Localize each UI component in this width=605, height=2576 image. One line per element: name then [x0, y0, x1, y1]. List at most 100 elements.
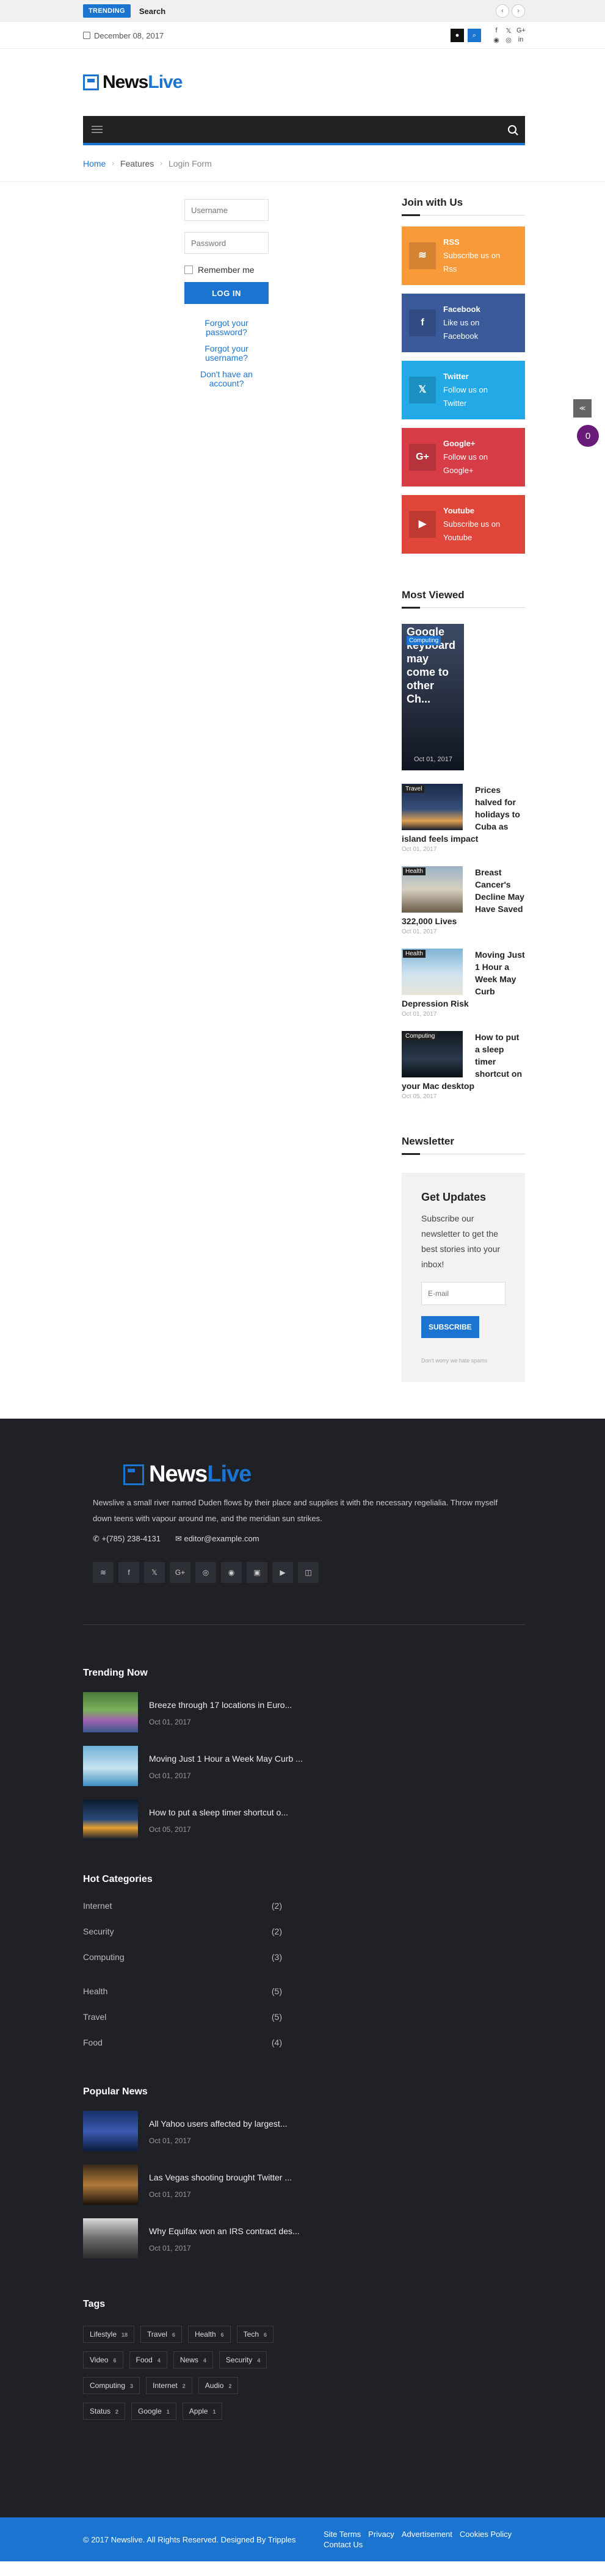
tag-name[interactable]: Health	[195, 2330, 216, 2339]
register-link[interactable]: Don't have an account?	[184, 370, 269, 388]
most-viewed-item[interactable]: Travel Prices halved for holidays to Cuba…	[402, 784, 525, 853]
dribbble-icon[interactable]: ◉	[221, 1562, 242, 1583]
breadcrumb-home[interactable]: Home	[83, 159, 106, 168]
tag-name[interactable]: Tech	[244, 2330, 259, 2339]
tag-item[interactable]: Health 6	[187, 2326, 231, 2343]
tag-name[interactable]: Security	[226, 2356, 252, 2364]
post-thumbnail[interactable]: Computing	[402, 1031, 463, 1077]
tag-item[interactable]: Video 6	[83, 2351, 123, 2368]
post-title[interactable]: How to put a sleep timer shortcut o...	[149, 1806, 288, 1819]
post-title[interactable]: Moving Just 1 Hour a Week May Curb ...	[149, 1752, 303, 1765]
category-row[interactable]: Travel (5)	[83, 2012, 282, 2022]
social-card-rss[interactable]: ≋ RSS Subscribe us on Rss	[402, 226, 525, 285]
tag-name[interactable]: News	[180, 2356, 198, 2364]
tag-item[interactable]: Status 2	[83, 2403, 126, 2420]
twitter-icon[interactable]: 𝕏	[504, 27, 513, 35]
tag-name[interactable]: Google	[138, 2407, 162, 2415]
forgot-username-link[interactable]: Forgot your username?	[184, 344, 269, 363]
post-thumbnail[interactable]: Health	[402, 866, 463, 913]
post-thumbnail[interactable]	[83, 2165, 138, 2205]
instagram-icon[interactable]: ▣	[247, 1562, 267, 1583]
trending-prev-button[interactable]: ‹	[496, 4, 509, 18]
most-viewed-item[interactable]: Health Breast Cancer's Decline May Have S…	[402, 866, 525, 935]
post-title[interactable]: Why Equifax won an IRS contract des...	[149, 2224, 300, 2238]
category-name[interactable]: Computing	[83, 1952, 125, 1962]
tag-name[interactable]: Travel	[147, 2330, 167, 2339]
post-thumbnail[interactable]	[83, 2218, 138, 2259]
dribbble-icon[interactable]: ◎	[504, 36, 513, 44]
pinterest-icon[interactable]: ◎	[195, 1562, 216, 1583]
post-title[interactable]: Las Vegas shooting brought Twitter ...	[149, 2171, 292, 2184]
footer-link[interactable]: Site Terms	[324, 2530, 361, 2539]
search-toggle-icon[interactable]: ⌕	[468, 29, 481, 42]
tag-name[interactable]: Status	[90, 2407, 110, 2415]
most-viewed-item[interactable]: Computing How to put a sleep timer shortc…	[402, 1031, 525, 1100]
tag-name[interactable]: Video	[90, 2356, 108, 2364]
tag-item[interactable]: Lifestyle 18	[83, 2326, 135, 2343]
subscribe-button[interactable]: SUBSCRIBE	[421, 1316, 479, 1338]
category-badge[interactable]: Health	[403, 867, 426, 875]
footer-link[interactable]: Advertisement	[402, 2530, 452, 2539]
linkedin-icon[interactable]: in	[516, 36, 525, 44]
footer-email[interactable]: ✉ editor@example.com	[175, 1534, 259, 1544]
popular-item[interactable]: Why Equifax won an IRS contract des... Oc…	[83, 2218, 525, 2259]
post-thumbnail[interactable]	[83, 1746, 138, 1786]
category-name[interactable]: Health	[83, 1986, 107, 1996]
post-thumbnail[interactable]	[83, 1800, 138, 1840]
password-input[interactable]	[184, 232, 269, 254]
search-icon[interactable]	[508, 125, 516, 134]
tag-item[interactable]: Food 4	[129, 2351, 167, 2368]
tag-item[interactable]: Computing 3	[83, 2377, 140, 2394]
category-row[interactable]: Internet (2)	[83, 1901, 282, 1911]
youtube-icon[interactable]: ▶	[272, 1562, 293, 1583]
tag-item[interactable]: Tech 6	[236, 2326, 274, 2343]
share-toggle-icon[interactable]: ≪	[573, 399, 592, 418]
category-name[interactable]: Security	[83, 1927, 114, 1936]
tag-item[interactable]: Google 1	[131, 2403, 176, 2420]
category-name[interactable]: Travel	[83, 2012, 106, 2022]
vimeo-icon[interactable]: ◫	[298, 1562, 319, 1583]
google-plus-icon[interactable]: G+	[170, 1562, 190, 1583]
tag-item[interactable]: Apple 1	[182, 2403, 223, 2420]
user-icon[interactable]: ●	[451, 29, 464, 42]
footer-link[interactable]: Contact Us	[324, 2540, 363, 2549]
social-card-google-plus[interactable]: G+ Google+ Follow us on Google+	[402, 428, 525, 487]
popular-item[interactable]: All Yahoo users affected by largest... Oc…	[83, 2111, 525, 2151]
tag-name[interactable]: Lifestyle	[90, 2330, 117, 2339]
tag-item[interactable]: Audio 2	[198, 2377, 239, 2394]
category-badge[interactable]: Computing	[407, 636, 441, 645]
post-thumbnail[interactable]	[83, 2111, 138, 2151]
category-row[interactable]: Health (5)	[83, 1986, 282, 1996]
tag-name[interactable]: Computing	[90, 2381, 125, 2390]
tag-name[interactable]: Apple	[189, 2407, 208, 2415]
post-title[interactable]: Breeze through 17 locations in Euro...	[149, 1698, 292, 1712]
social-card-facebook[interactable]: f Facebook Like us on Facebook	[402, 294, 525, 352]
newsletter-email-input[interactable]	[421, 1282, 505, 1305]
category-row[interactable]: Security (2)	[83, 1927, 282, 1936]
footer-link[interactable]: Cookies Policy	[460, 2530, 512, 2539]
trending-item[interactable]: Moving Just 1 Hour a Week May Curb ... Oc…	[83, 1746, 525, 1786]
menu-icon[interactable]	[92, 126, 103, 133]
trending-item[interactable]: How to put a sleep timer shortcut o... Oc…	[83, 1800, 525, 1840]
post-thumbnail[interactable]: Travel	[402, 784, 463, 830]
tag-item[interactable]: Security 4	[219, 2351, 267, 2368]
trending-headline[interactable]: Search	[139, 7, 165, 16]
tag-item[interactable]: Internet 2	[146, 2377, 192, 2394]
popular-item[interactable]: Las Vegas shooting brought Twitter ... Oc…	[83, 2165, 525, 2205]
google-plus-icon[interactable]: G+	[516, 27, 526, 35]
tag-name[interactable]: Food	[136, 2356, 153, 2364]
rss-icon[interactable]: ≋	[93, 1562, 114, 1583]
post-title[interactable]: All Yahoo users affected by largest...	[149, 2117, 287, 2130]
share-count-badge[interactable]: 0	[577, 425, 599, 447]
category-row[interactable]: Food (4)	[83, 2038, 282, 2047]
featured-post[interactable]: Google keyboard may come to other Ch... …	[402, 624, 464, 770]
category-badge[interactable]: Travel	[403, 785, 425, 793]
category-badge[interactable]: Computing	[403, 1032, 438, 1040]
tag-item[interactable]: Travel 6	[140, 2326, 182, 2343]
most-viewed-item[interactable]: Health Moving Just 1 Hour a Week May Curb…	[402, 949, 525, 1018]
category-row[interactable]: Computing (3)	[83, 1952, 282, 1962]
category-badge[interactable]: Health	[403, 950, 426, 958]
tag-name[interactable]: Internet	[153, 2381, 178, 2390]
breadcrumb-features[interactable]: Features	[120, 159, 154, 168]
social-card-youtube[interactable]: ▶ Youtube Subscribe us on Youtube	[402, 495, 525, 554]
